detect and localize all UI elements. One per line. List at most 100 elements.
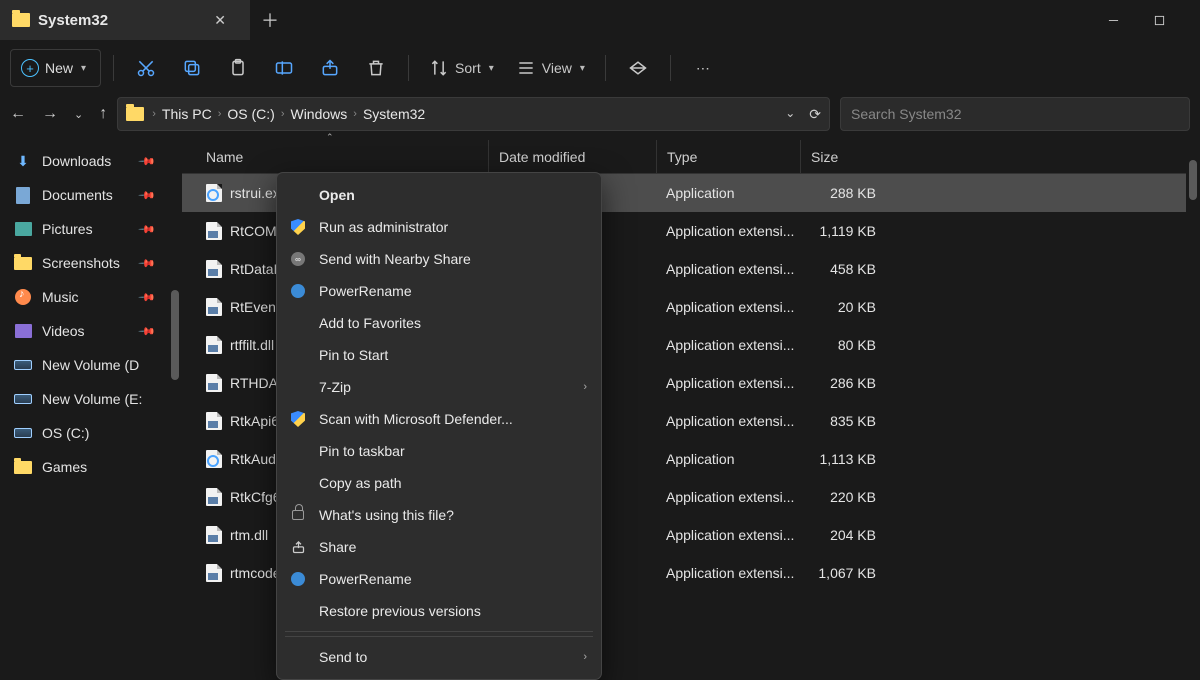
menu-item-icon (289, 442, 307, 460)
share-button[interactable] (310, 49, 350, 87)
divider (408, 55, 409, 81)
pin-icon: 📌 (138, 254, 157, 273)
paste-button[interactable] (218, 49, 258, 87)
menu-item-label: Open (319, 187, 355, 203)
sidebar: ⬇Downloads📌Documents📌Pictures📌Screenshot… (0, 140, 168, 600)
column-date[interactable]: Date modified (488, 140, 656, 173)
history-chevron-icon[interactable]: ⌄ (74, 108, 83, 121)
context-menu-item[interactable]: What's using this file? (277, 499, 601, 531)
breadcrumb[interactable]: › This PC › OS (C:) › Windows › System32… (117, 97, 830, 131)
sort-label: Sort (455, 60, 481, 76)
new-tab-button[interactable]: ＋ (250, 7, 290, 33)
column-header-row: Name ⌃ Date modified Type Size (182, 140, 1186, 174)
file-size: 286 KB (800, 375, 886, 391)
sidebar-item[interactable]: Pictures📌 (0, 212, 168, 246)
context-menu-item[interactable]: Pin to taskbar (277, 435, 601, 467)
file-name: rtm.dll (230, 527, 268, 543)
menu-item-icon (289, 378, 307, 396)
sidebar-item[interactable]: Games (0, 450, 168, 484)
toolbar: + New ▾ Sort ▾ View ▾ ⋯ (0, 40, 1200, 96)
context-menu-item[interactable]: Scan with Microsoft Defender... (277, 403, 601, 435)
sidebar-item[interactable]: New Volume (D (0, 348, 168, 382)
sidebar-scrollbar[interactable] (168, 140, 182, 600)
scroll-thumb[interactable] (171, 290, 179, 380)
pin-icon: 📌 (138, 152, 157, 171)
sidebar-item[interactable]: ⬇Downloads📌 (0, 144, 168, 178)
search-input[interactable] (851, 106, 1179, 122)
context-menu-item[interactable]: Share (277, 531, 601, 563)
new-button[interactable]: + New ▾ (10, 49, 101, 87)
context-menu-item[interactable]: PowerRename (277, 275, 601, 307)
pin-icon: 📌 (138, 322, 157, 341)
content: ⬇Downloads📌Documents📌Pictures📌Screenshot… (0, 140, 1200, 600)
menu-item-icon (289, 538, 307, 556)
file-type: Application (656, 185, 800, 201)
context-menu-item[interactable]: Open (277, 179, 601, 211)
window-controls (1090, 0, 1200, 40)
chevron-right-icon: › (152, 108, 156, 120)
context-menu-item[interactable]: ∞Send with Nearby Share (277, 243, 601, 275)
sidebar-icon (14, 356, 32, 374)
file-icon (206, 450, 222, 468)
chevron-right-icon: › (281, 108, 285, 120)
column-size-label: Size (811, 149, 838, 165)
sidebar-icon (14, 288, 32, 306)
breadcrumb-seg[interactable]: Windows (290, 106, 347, 122)
refresh-button[interactable]: ⟳ (809, 106, 821, 123)
breadcrumb-seg[interactable]: This PC (162, 106, 212, 122)
sidebar-item[interactable]: Screenshots📌 (0, 246, 168, 280)
more-button[interactable]: ⋯ (683, 49, 723, 87)
sidebar-icon (14, 254, 32, 272)
view-button[interactable]: View ▾ (508, 49, 593, 87)
file-type: Application extensi... (656, 489, 800, 505)
file-size: 1,067 KB (800, 565, 886, 581)
divider (670, 55, 671, 81)
file-scrollbar[interactable] (1186, 140, 1200, 600)
column-size[interactable]: Size (800, 140, 886, 173)
file-type: Application extensi... (656, 337, 800, 353)
up-button[interactable]: ↑ (99, 105, 107, 123)
chevron-down-icon: ▾ (489, 63, 494, 74)
breadcrumb-seg[interactable]: System32 (363, 106, 425, 122)
breadcrumb-seg[interactable]: OS (C:) (227, 106, 274, 122)
cut-button[interactable] (126, 49, 166, 87)
extra-button[interactable] (618, 49, 658, 87)
menu-item-label: Pin to Start (319, 347, 388, 363)
sort-button[interactable]: Sort ▾ (421, 49, 502, 87)
sidebar-item-label: Music (42, 289, 79, 305)
sidebar-item[interactable]: Documents📌 (0, 178, 168, 212)
context-menu-item[interactable]: Add to Favorites (277, 307, 601, 339)
minimize-button[interactable] (1090, 0, 1136, 40)
context-menu-item[interactable]: 7-Zip› (277, 371, 601, 403)
rename-button[interactable] (264, 49, 304, 87)
delete-button[interactable] (356, 49, 396, 87)
sidebar-item[interactable]: OS (C:) (0, 416, 168, 450)
breadcrumb-dropdown-icon[interactable]: ⌄ (785, 106, 795, 123)
divider (113, 55, 114, 81)
column-name[interactable]: Name ⌃ (206, 140, 488, 173)
context-menu-item[interactable]: Run as administrator (277, 211, 601, 243)
close-button[interactable] (1182, 0, 1200, 40)
sidebar-icon (14, 458, 32, 476)
forward-button[interactable]: → (42, 105, 58, 123)
copy-button[interactable] (172, 49, 212, 87)
maximize-button[interactable] (1136, 0, 1182, 40)
close-tab-icon[interactable]: ✕ (210, 8, 230, 33)
context-menu-item[interactable]: Copy as path (277, 467, 601, 499)
menu-item-label: What's using this file? (319, 507, 454, 523)
context-menu-item[interactable]: Pin to Start (277, 339, 601, 371)
back-button[interactable]: ← (10, 105, 26, 123)
context-menu-item[interactable]: PowerRename (277, 563, 601, 595)
context-menu-item[interactable]: Send to› (277, 641, 601, 673)
active-tab[interactable]: System32 ✕ (0, 0, 250, 40)
sidebar-item[interactable]: New Volume (E: (0, 382, 168, 416)
menu-item-icon: ∞ (289, 250, 307, 268)
sidebar-item[interactable]: Videos📌 (0, 314, 168, 348)
plus-icon: + (21, 59, 39, 77)
file-type: Application extensi... (656, 375, 800, 391)
column-type[interactable]: Type (656, 140, 800, 173)
file-size: 288 KB (800, 185, 886, 201)
search-box[interactable] (840, 97, 1190, 131)
sidebar-item[interactable]: Music📌 (0, 280, 168, 314)
scroll-thumb[interactable] (1189, 160, 1197, 200)
